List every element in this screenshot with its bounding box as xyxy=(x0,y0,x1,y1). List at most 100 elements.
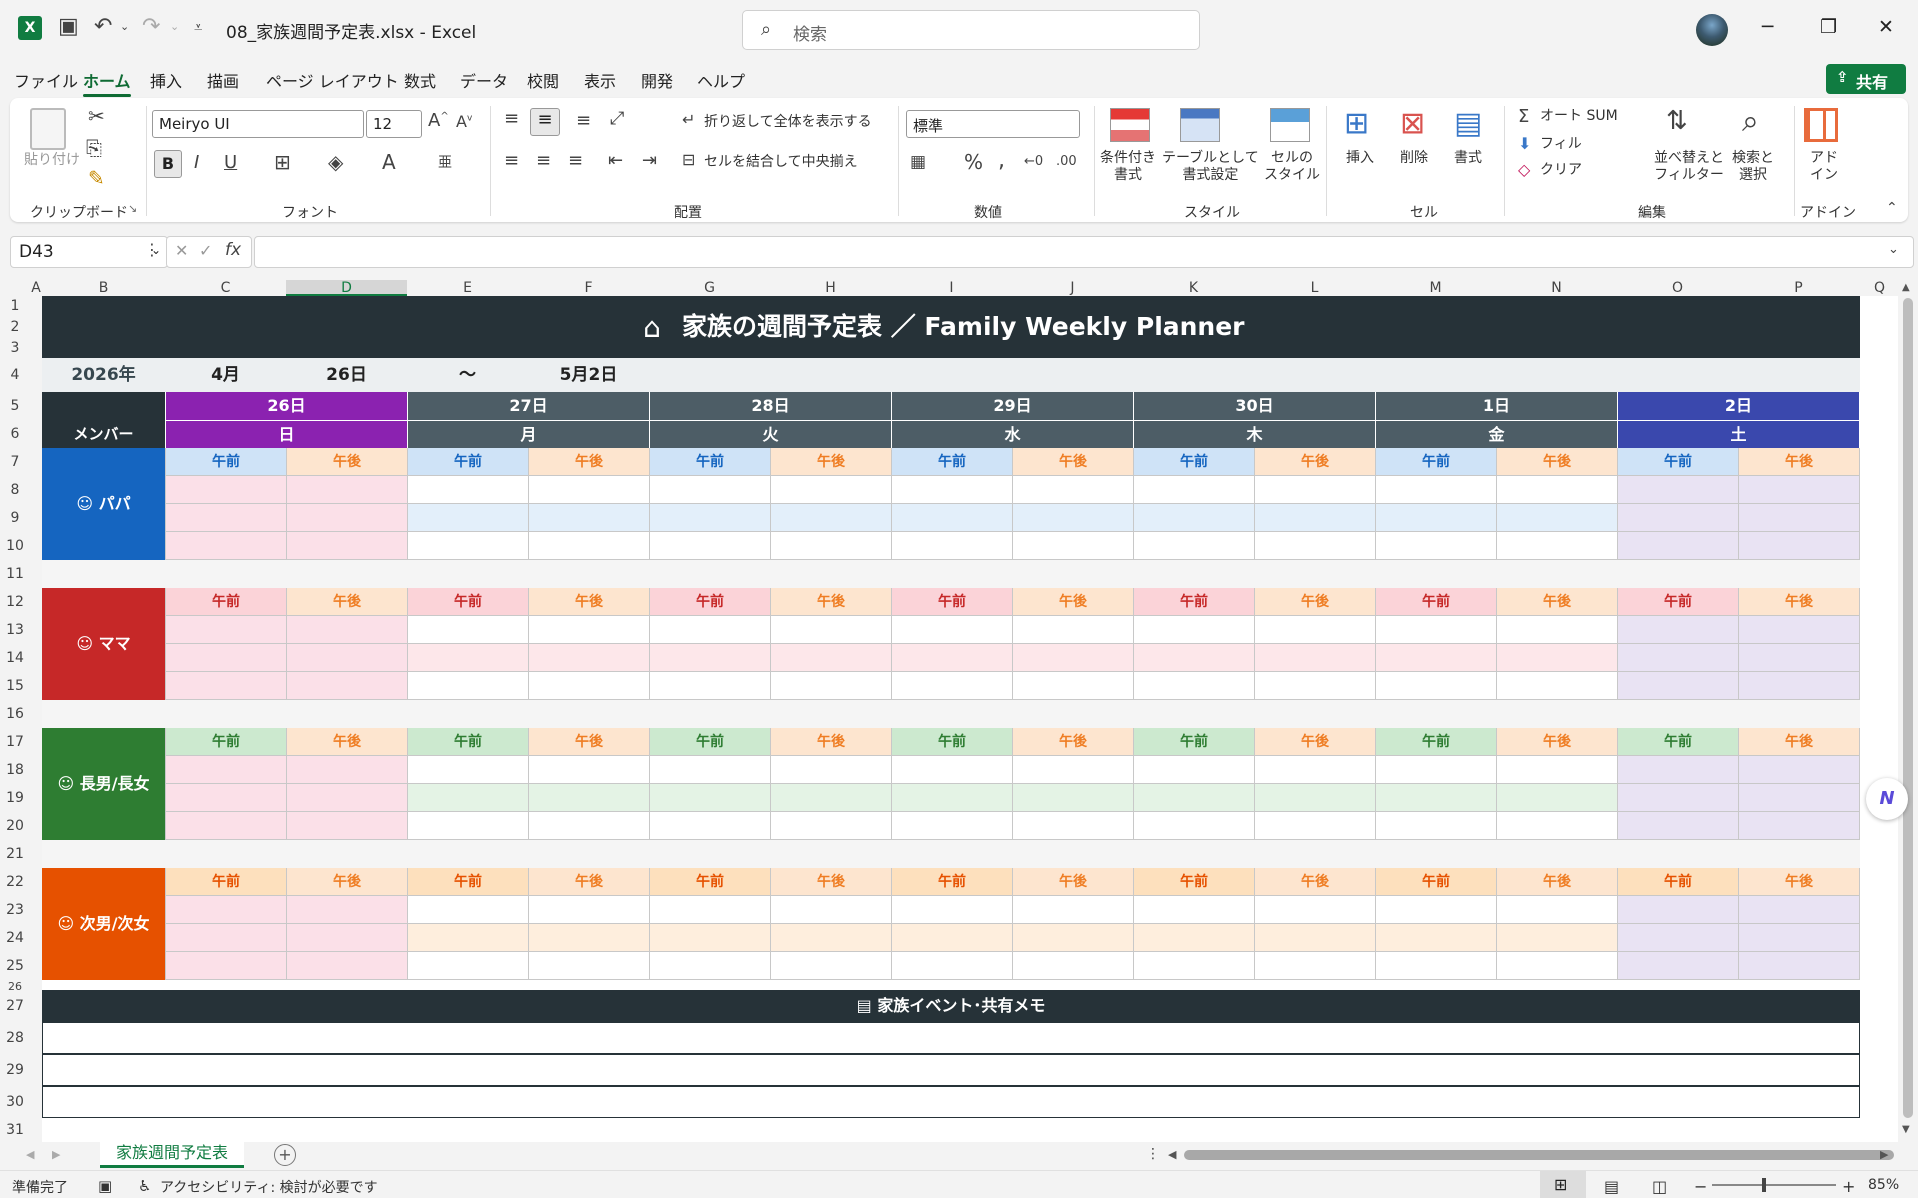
schedule-cell[interactable] xyxy=(1012,756,1133,784)
schedule-cell[interactable] xyxy=(1738,476,1859,504)
schedule-cell[interactable] xyxy=(528,532,649,560)
more-options-icon[interactable]: ⋮ xyxy=(1146,1146,1160,1162)
autosum-button[interactable]: オート SUM xyxy=(1540,108,1618,125)
row-header[interactable]: 29 xyxy=(0,1062,30,1078)
schedule-cell[interactable] xyxy=(649,532,770,560)
schedule-cell[interactable] xyxy=(165,896,286,924)
schedule-cell[interactable] xyxy=(1133,504,1254,532)
schedule-cell[interactable] xyxy=(649,504,770,532)
schedule-cell[interactable] xyxy=(1375,616,1496,644)
row-header[interactable]: 6 xyxy=(0,426,30,442)
fill-button[interactable]: フィル xyxy=(1540,136,1582,153)
schedule-cell[interactable] xyxy=(165,476,286,504)
zoom-level[interactable]: 85% xyxy=(1868,1177,1899,1193)
schedule-cell[interactable] xyxy=(286,532,407,560)
schedule-cell[interactable] xyxy=(649,896,770,924)
schedule-cell[interactable] xyxy=(1133,812,1254,840)
font-color-icon[interactable]: A xyxy=(382,150,396,174)
copilot-icon[interactable]: N xyxy=(1866,778,1908,820)
schedule-cell[interactable] xyxy=(1738,784,1859,812)
underline-icon[interactable]: U xyxy=(224,152,237,173)
column-header[interactable]: Q xyxy=(1859,280,1900,296)
schedule-cell[interactable] xyxy=(407,896,528,924)
comma-style-icon[interactable]: , xyxy=(998,148,1005,173)
schedule-cell[interactable] xyxy=(891,812,1012,840)
column-header[interactable]: J xyxy=(1012,280,1133,296)
fill-color-icon[interactable]: ◈ xyxy=(328,150,343,174)
sort-filter-button[interactable]: 並べ替えと フィルター xyxy=(1654,150,1724,184)
schedule-cell[interactable] xyxy=(528,784,649,812)
schedule-cell[interactable] xyxy=(528,924,649,952)
row-header[interactable]: 27 xyxy=(0,998,30,1014)
row-header[interactable]: 30 xyxy=(0,1094,30,1110)
schedule-cell[interactable] xyxy=(1738,896,1859,924)
row-header[interactable]: 1 xyxy=(0,298,30,314)
font-size-select[interactable]: 12 xyxy=(366,110,422,138)
schedule-cell[interactable] xyxy=(407,476,528,504)
schedule-cell[interactable] xyxy=(1496,644,1617,672)
row-header[interactable]: 13 xyxy=(0,622,30,638)
schedule-cell[interactable] xyxy=(407,672,528,700)
scroll-left-icon[interactable]: ◀ xyxy=(1168,1148,1176,1161)
restore-icon[interactable]: ❐ xyxy=(1820,16,1837,38)
schedule-cell[interactable] xyxy=(1617,952,1738,980)
schedule-cell[interactable] xyxy=(1375,476,1496,504)
sheet-tab[interactable]: 家族週間予定表 xyxy=(100,1142,244,1168)
schedule-cell[interactable] xyxy=(1617,644,1738,672)
orientation-icon[interactable]: ⤢ xyxy=(610,108,624,129)
share-button[interactable]: ⇪ 共有 xyxy=(1826,64,1906,94)
schedule-cell[interactable] xyxy=(1738,616,1859,644)
schedule-cell[interactable] xyxy=(407,616,528,644)
accounting-format-icon[interactable]: ▦ xyxy=(910,152,926,172)
schedule-cell[interactable] xyxy=(165,812,286,840)
schedule-cell[interactable] xyxy=(1375,672,1496,700)
schedule-cell[interactable] xyxy=(1496,532,1617,560)
schedule-cell[interactable] xyxy=(407,784,528,812)
row-header[interactable]: 8 xyxy=(0,482,30,498)
schedule-cell[interactable] xyxy=(891,616,1012,644)
schedule-cell[interactable] xyxy=(1375,644,1496,672)
schedule-cell[interactable] xyxy=(1133,476,1254,504)
schedule-cell[interactable] xyxy=(649,672,770,700)
cell-styles-button[interactable]: セルの スタイル xyxy=(1264,150,1320,184)
collapse-ribbon-icon[interactable]: ⌃ xyxy=(1886,200,1898,216)
increase-indent-icon[interactable]: ⇥ xyxy=(642,150,657,171)
row-header[interactable]: 19 xyxy=(0,790,30,806)
tab-draw[interactable]: 描画 xyxy=(207,68,239,92)
schedule-cell[interactable] xyxy=(1738,924,1859,952)
increase-font-icon[interactable]: A^ xyxy=(428,110,449,131)
schedule-cell[interactable] xyxy=(649,616,770,644)
column-header[interactable]: E xyxy=(407,280,528,296)
schedule-cell[interactable] xyxy=(1254,644,1375,672)
schedule-cell[interactable] xyxy=(1254,756,1375,784)
row-header[interactable]: 18 xyxy=(0,762,30,778)
schedule-cell[interactable] xyxy=(528,644,649,672)
tab-file[interactable]: ファイル xyxy=(14,68,78,92)
align-left-icon[interactable]: ≡ xyxy=(504,150,519,171)
row-header[interactable]: 10 xyxy=(0,538,30,554)
schedule-cell[interactable] xyxy=(286,952,407,980)
borders-icon[interactable]: ⊞ xyxy=(274,150,291,174)
close-icon[interactable]: ✕ xyxy=(1878,16,1894,38)
format-cells-button[interactable]: 書式 xyxy=(1454,150,1482,167)
schedule-cell[interactable] xyxy=(407,644,528,672)
schedule-cell[interactable] xyxy=(165,924,286,952)
schedule-cell[interactable] xyxy=(1617,924,1738,952)
column-header[interactable]: G xyxy=(649,280,770,296)
schedule-cell[interactable] xyxy=(1738,756,1859,784)
row-header[interactable]: 4 xyxy=(0,367,30,383)
schedule-cell[interactable] xyxy=(1133,924,1254,952)
schedule-cell[interactable] xyxy=(1012,924,1133,952)
schedule-cell[interactable] xyxy=(1133,532,1254,560)
schedule-cell[interactable] xyxy=(1617,896,1738,924)
schedule-cell[interactable] xyxy=(1496,896,1617,924)
schedule-cell[interactable] xyxy=(891,952,1012,980)
column-header[interactable]: K xyxy=(1133,280,1254,296)
column-header[interactable]: L xyxy=(1254,280,1375,296)
schedule-cell[interactable] xyxy=(891,672,1012,700)
tab-review[interactable]: 校閲 xyxy=(527,68,559,92)
schedule-cell[interactable] xyxy=(770,952,891,980)
tab-data[interactable]: データ xyxy=(460,68,508,92)
prev-sheet-icon[interactable]: ◀ xyxy=(26,1148,34,1161)
conditional-format-button[interactable]: 条件付き 書式 xyxy=(1100,150,1156,184)
